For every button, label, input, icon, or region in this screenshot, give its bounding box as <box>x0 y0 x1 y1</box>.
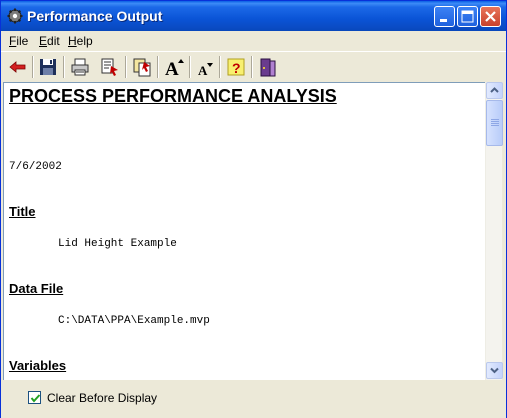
toolbar-separator <box>157 56 159 78</box>
exit-icon <box>260 58 276 77</box>
save-button[interactable] <box>37 56 59 78</box>
minimize-icon <box>440 19 447 22</box>
back-arrow-icon <box>9 61 26 73</box>
menu-bar: File Edit Help <box>1 31 506 51</box>
window-title: Performance Output <box>27 8 163 24</box>
help-glyph: ? <box>232 60 241 76</box>
performance-output-window: Performance Output File Edit Help A A ? … <box>0 0 507 418</box>
clear-before-display-label[interactable]: Clear Before Display <box>47 391 157 405</box>
toolbar-separator <box>63 56 65 78</box>
scroll-thumb[interactable] <box>486 100 503 146</box>
decrease-font-button[interactable]: A <box>195 56 217 78</box>
print-button[interactable] <box>69 56 91 78</box>
close-icon <box>485 11 496 22</box>
print-preview-button[interactable] <box>99 56 121 78</box>
decrease-font-glyph: A <box>198 63 208 78</box>
copy-icon <box>133 58 151 77</box>
report-content[interactable]: PROCESS PERFORMANCE ANALYSIS 7/6/2002 Ti… <box>3 82 485 380</box>
report-date: 7/6/2002 <box>9 161 62 173</box>
thumb-grip <box>491 125 499 126</box>
copy-button[interactable] <box>131 56 153 78</box>
back-button[interactable] <box>7 56 29 78</box>
print-icon <box>71 58 89 76</box>
thumb-grip <box>491 119 499 120</box>
toolbar-separator <box>251 56 253 78</box>
section-heading-variables: Variables <box>9 358 67 373</box>
menu-file[interactable]: File <box>9 34 28 48</box>
help-button[interactable]: ? <box>225 56 247 78</box>
increase-font-button[interactable]: A <box>163 56 185 80</box>
thumb-grip <box>491 123 499 124</box>
data-file-value: C:\DATA\PPA\Example.mvp <box>58 315 210 327</box>
title-value: Lid Height Example <box>58 238 177 250</box>
chevron-up-icon <box>490 87 499 93</box>
minimize-button[interactable] <box>434 6 455 27</box>
maximize-icon <box>461 10 474 23</box>
close-button[interactable] <box>480 6 501 27</box>
scroll-up-button[interactable] <box>486 82 503 99</box>
bottom-panel: Clear Before Display <box>1 381 506 418</box>
menu-edit[interactable]: Edit <box>39 34 60 48</box>
clear-before-display-checkbox[interactable] <box>28 391 41 404</box>
toolbar-separator <box>32 56 34 78</box>
vertical-scrollbar[interactable] <box>485 82 503 380</box>
save-icon <box>40 59 56 75</box>
toolbar-separator <box>189 56 191 78</box>
report-title: PROCESS PERFORMANCE ANALYSIS <box>9 86 337 106</box>
checkmark-icon <box>30 394 41 403</box>
maximize-button[interactable] <box>457 6 478 27</box>
increase-font-icon: A <box>165 59 184 80</box>
exit-button[interactable] <box>257 56 279 78</box>
toolbar: A A ? <box>1 51 506 81</box>
section-heading-title: Title <box>9 204 36 219</box>
gear-icon[interactable] <box>7 8 23 24</box>
section-heading-data-file: Data File <box>9 281 64 296</box>
scroll-down-button[interactable] <box>486 362 503 379</box>
toolbar-separator <box>219 56 221 78</box>
increase-font-glyph: A <box>165 59 179 78</box>
toolbar-separator <box>125 56 127 78</box>
menu-help[interactable]: Help <box>68 34 93 48</box>
print-preview-icon <box>101 58 118 76</box>
chevron-down-icon <box>490 367 499 374</box>
help-icon: ? <box>227 58 245 76</box>
decrease-font-icon: A <box>198 63 213 78</box>
thumb-grip <box>491 121 499 122</box>
title-bar[interactable]: Performance Output <box>1 1 506 31</box>
